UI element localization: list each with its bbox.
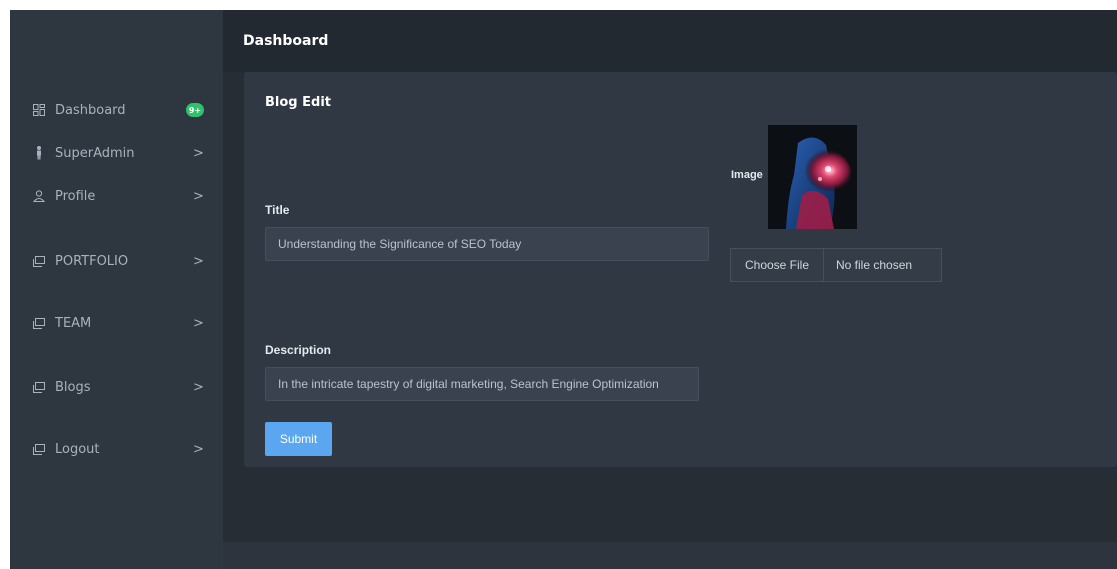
sidebar-item-profile[interactable]: Profile > [10,184,223,208]
sidebar-item-label: PORTFOLIO [55,253,129,269]
title-label: Title [265,203,290,217]
sidebar-item-label: Logout [55,441,100,457]
choose-file-button[interactable]: Choose File [731,249,824,281]
description-label: Description [265,343,332,357]
app-frame: Dashboard 9+ SuperAdmin > Profile > PORT… [10,10,1117,569]
page-title: Dashboard [243,33,329,49]
sidebar-item-team[interactable]: TEAM > [10,311,223,335]
title-input[interactable] [265,227,709,261]
chevron-right-icon: > [193,315,204,331]
card-title: Blog Edit [265,95,331,110]
sidebar: Dashboard 9+ SuperAdmin > Profile > PORT… [10,10,223,569]
window-icon [32,380,46,394]
chevron-right-icon: > [193,379,204,395]
sidebar-item-portfolio[interactable]: PORTFOLIO > [10,249,223,273]
sidebar-item-label: Blogs [55,379,91,395]
person-icon [32,146,46,160]
notification-badge: 9+ [186,103,204,117]
description-input[interactable] [265,367,699,401]
user-icon [32,189,46,203]
sidebar-item-label: Profile [55,188,96,204]
chevron-right-icon: > [193,441,204,457]
sidebar-item-dashboard[interactable]: Dashboard 9+ [10,98,223,122]
sidebar-item-blogs[interactable]: Blogs > [10,375,223,399]
blog-image-thumbnail [768,125,857,229]
sidebar-item-label: Dashboard [55,102,126,118]
file-picker[interactable]: Choose File No file chosen [730,248,942,282]
chevron-right-icon: > [193,188,204,204]
footer [223,542,1117,569]
window-icon [32,442,46,456]
sidebar-item-superadmin[interactable]: SuperAdmin > [10,141,223,165]
sidebar-item-label: SuperAdmin [55,145,135,161]
submit-button[interactable]: Submit [265,422,332,456]
top-bar: Dashboard [223,10,1117,72]
sidebar-item-logout[interactable]: Logout > [10,437,223,461]
image-label: Image [731,169,763,181]
window-icon [32,254,46,268]
chevron-right-icon: > [193,253,204,269]
sidebar-item-label: TEAM [55,315,92,331]
file-status: No file chosen [836,258,913,272]
window-icon [32,316,46,330]
blog-edit-card: Blog Edit Title Description Submit Image [244,72,1117,467]
chevron-right-icon: > [193,145,204,161]
dashboard-icon [32,103,46,117]
